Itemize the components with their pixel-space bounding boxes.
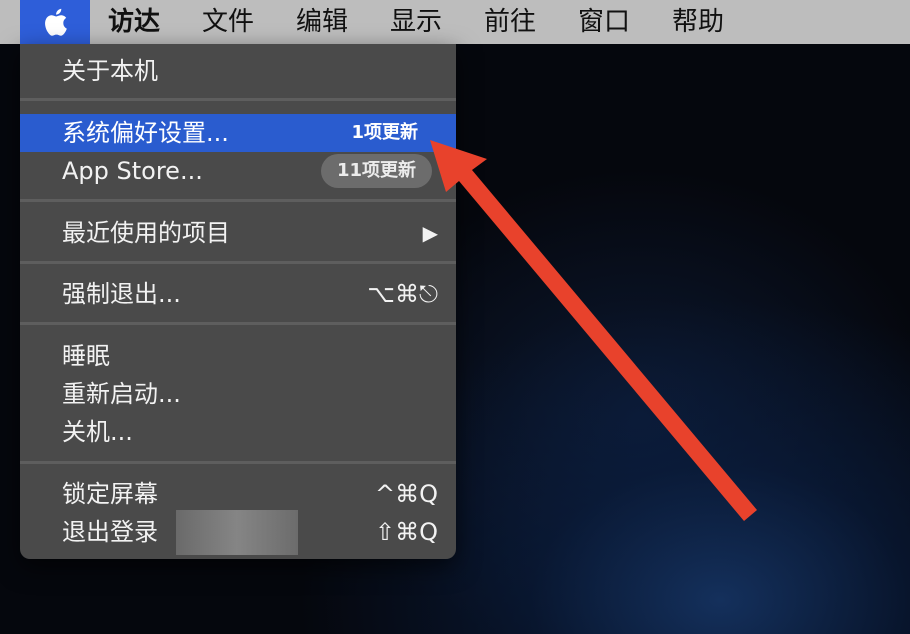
menu-separator (20, 98, 456, 101)
menu-item-app-store[interactable]: App Store... 11项更新 (20, 152, 456, 190)
menubar-view[interactable]: 显示 (390, 0, 442, 44)
keyboard-shortcut: ⌥⌘⎋ (367, 280, 438, 308)
menu-item-label: App Store... (62, 157, 203, 185)
menubar-finder[interactable]: 访达 (108, 0, 160, 44)
keyboard-shortcut: ^⌘Q (375, 480, 438, 508)
menu-bar: 访达 文件 编辑 显示 前往 窗口 帮助 (0, 0, 910, 44)
menu-item-label: 关机... (62, 418, 133, 446)
menu-item-force-quit[interactable]: 强制退出... ⌥⌘⎋ (20, 275, 456, 313)
menu-item-shutdown[interactable]: 关机... (20, 413, 456, 451)
menubar-edit[interactable]: 编辑 (296, 0, 348, 44)
menubar-help[interactable]: 帮助 (672, 0, 724, 44)
menu-item-label: 锁定屏幕 (62, 480, 158, 508)
update-badge: 1项更新 (351, 122, 418, 143)
menu-separator (20, 322, 456, 325)
menu-item-sleep[interactable]: 睡眠 (20, 337, 456, 375)
redacted-username (176, 510, 298, 555)
apple-logo-icon (45, 8, 67, 36)
menu-separator (20, 261, 456, 264)
apple-dropdown-menu: 关于本机 系统偏好设置... 1项更新 App Store... 11项更新 最… (20, 44, 456, 559)
menu-item-restart[interactable]: 重新启动... (20, 375, 456, 413)
menu-item-recent-items[interactable]: 最近使用的项目 ▶ (20, 214, 456, 252)
menu-item-lock-screen[interactable]: 锁定屏幕 ^⌘Q (20, 475, 456, 513)
menu-item-label: 关于本机 (62, 57, 158, 85)
menu-separator (20, 461, 456, 464)
menu-separator (20, 199, 456, 202)
submenu-arrow-icon: ▶ (422, 221, 438, 245)
menu-item-label: 强制退出... (62, 280, 181, 308)
menu-item-label: 最近使用的项目 (62, 219, 230, 247)
menu-item-label: 系统偏好设置... (62, 119, 229, 147)
menubar-go[interactable]: 前往 (484, 0, 536, 44)
update-badge: 11项更新 (320, 154, 432, 188)
menu-item-label: 退出登录 (62, 518, 158, 546)
menubar-file[interactable]: 文件 (202, 0, 254, 44)
menu-item-about[interactable]: 关于本机 (20, 52, 456, 90)
menu-item-system-preferences[interactable]: 系统偏好设置... 1项更新 (20, 114, 456, 152)
menubar-window[interactable]: 窗口 (578, 0, 630, 44)
menu-item-label: 重新启动... (62, 380, 181, 408)
keyboard-shortcut: ⇧⌘Q (375, 518, 438, 546)
apple-menu-button[interactable] (20, 0, 90, 44)
menu-item-label: 睡眠 (62, 342, 110, 370)
